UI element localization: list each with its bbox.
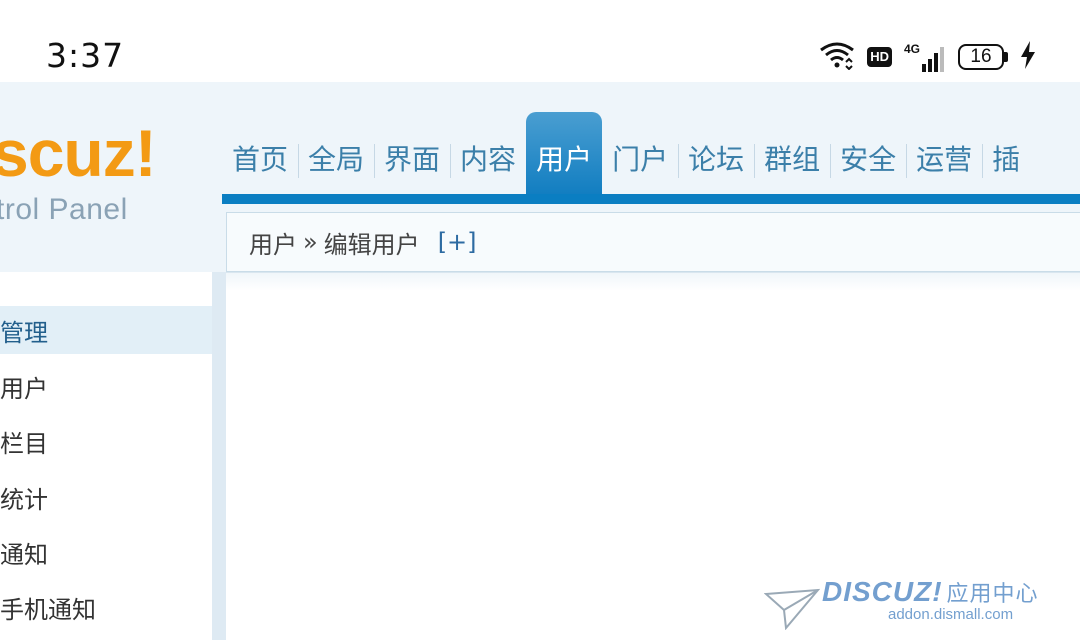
- nav-item-label: 用户: [536, 143, 593, 176]
- nav-item-home[interactable]: 首页: [222, 112, 300, 204]
- sidebar-item-label: 用户: [0, 374, 48, 403]
- watermark-brand-text: DISCUZ!: [822, 576, 943, 607]
- battery-icon: 16: [958, 44, 1008, 70]
- nav-item-users[interactable]: 用户: [526, 112, 603, 204]
- paper-plane-icon: [763, 584, 821, 634]
- network-label: 4G: [903, 42, 920, 56]
- nav-item-label: 内容: [460, 143, 517, 176]
- nav-item-plugins[interactable]: 插: [982, 112, 1030, 204]
- nav-item-security[interactable]: 安全: [830, 112, 908, 204]
- charging-bolt-icon: [1020, 41, 1036, 73]
- sidebar-item-label: 通知: [0, 540, 48, 569]
- nav-item-label: 插: [992, 143, 1021, 176]
- nav-item-groups[interactable]: 群组: [754, 112, 832, 204]
- watermark-brand-cn: 应用中心: [946, 581, 1039, 606]
- nav-item-operations[interactable]: 运营: [906, 112, 984, 204]
- nav-item-label: 门户: [612, 143, 669, 176]
- sidebar-item-label: 统计: [0, 485, 48, 514]
- nav-item-label: 首页: [232, 143, 289, 176]
- battery-level: 16: [958, 44, 1004, 70]
- sidebar-item-label: 手机通知: [0, 595, 96, 624]
- sidebar-item-users[interactable]: 用户: [0, 362, 212, 410]
- watermark-brand: DISCUZ! 应用中心: [822, 576, 1039, 608]
- sidebar-divider: [212, 272, 226, 640]
- status-time: 3:37: [46, 36, 125, 75]
- logo-subtitle: trol Panel: [0, 193, 128, 226]
- hd-icon: HD: [867, 47, 892, 67]
- breadcrumb: 用户 » 编辑用户 [+]: [226, 212, 1080, 272]
- status-icons: HD 4G 16: [819, 40, 1036, 74]
- top-nav: 首页 全局 界面 内容 用户 门户 论坛 群组 安全 运营 插: [222, 112, 1030, 204]
- status-bar: 3:37 HD 4G 16: [0, 0, 1080, 82]
- nav-item-portal[interactable]: 门户: [602, 112, 680, 204]
- nav-underline-bar: [222, 194, 1080, 204]
- watermark-url: addon.dismall.com: [888, 606, 1014, 623]
- sidebar-item-mobile-notifications[interactable]: 手机通知: [0, 583, 212, 631]
- breadcrumb-section[interactable]: 用户: [249, 225, 297, 260]
- nav-item-label: 论坛: [688, 143, 745, 176]
- nav-item-label: 安全: [840, 143, 897, 176]
- sidebar-item-label: 栏目: [0, 429, 48, 458]
- sidebar-item-manage[interactable]: 管理: [0, 306, 212, 354]
- nav-item-interface[interactable]: 界面: [374, 112, 452, 204]
- sidebar-item-columns[interactable]: 栏目: [0, 417, 212, 465]
- nav-item-label: 运营: [916, 143, 973, 176]
- logo-wordmark[interactable]: scuz!: [0, 118, 157, 188]
- battery-tip: [1004, 52, 1008, 62]
- signal-4g-icon: 4G: [904, 42, 946, 72]
- watermark: DISCUZ! 应用中心 addon.dismall.com: [763, 576, 1064, 636]
- sidebar-item-statistics[interactable]: 统计: [0, 473, 212, 521]
- nav-item-label: 界面: [384, 143, 441, 176]
- sidebar-item-notifications[interactable]: 通知: [0, 528, 212, 576]
- sidebar: 管理 用户 栏目 统计 通知 手机通知: [0, 272, 212, 640]
- breadcrumb-current: 编辑用户: [323, 230, 420, 259]
- breadcrumb-separator: »: [303, 228, 318, 256]
- content-shadow: [226, 273, 1080, 291]
- wifi-icon: [819, 40, 855, 74]
- nav-item-label: 群组: [764, 143, 821, 176]
- nav-item-global[interactable]: 全局: [298, 112, 376, 204]
- nav-item-label: 全局: [308, 143, 365, 176]
- nav-item-forum[interactable]: 论坛: [678, 112, 756, 204]
- sidebar-item-label: 管理: [0, 318, 48, 347]
- nav-item-content[interactable]: 内容: [450, 112, 526, 204]
- add-favorite-button[interactable]: [+]: [438, 228, 477, 256]
